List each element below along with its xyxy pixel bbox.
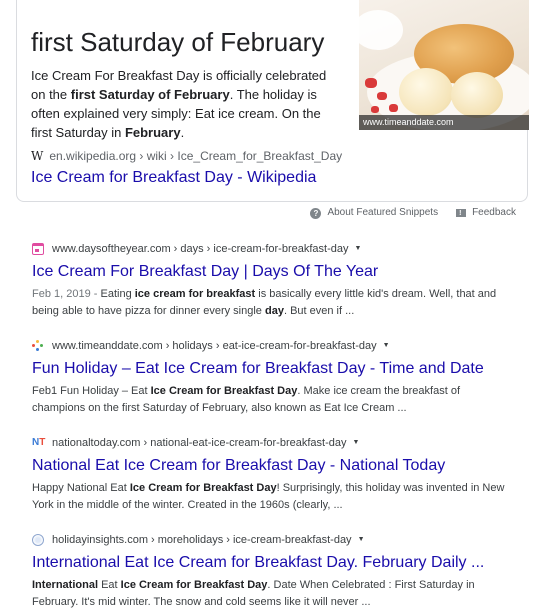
snippet-image[interactable]: www.timeanddate.com [359, 0, 529, 130]
chevron-down-icon[interactable]: ▼ [352, 435, 359, 451]
result-url[interactable]: holidayinsights.com › moreholidays › ice… [32, 532, 512, 548]
chevron-down-icon[interactable]: ▼ [358, 532, 365, 548]
snippet-footer: ? About Featured Snippets Feedback [310, 206, 516, 221]
result-snippet: International Eat Ice Cream for Breakfas… [32, 579, 475, 608]
search-result: www.timeanddate.com › holidays › eat-ice… [32, 338, 512, 417]
chevron-down-icon[interactable]: ▼ [383, 338, 390, 354]
nt-icon: NT [32, 437, 46, 448]
result-title-link[interactable]: International Eat Ice Cream for Breakfas… [32, 552, 512, 574]
result-snippet: Feb 1, 2019 - Eating ice cream for break… [32, 288, 497, 317]
snippet-source: Wen.wikipedia.org › wiki › Ice_Cream_for… [31, 148, 342, 164]
ice-cream-scoop [399, 68, 453, 116]
result-title-link[interactable]: Fun Holiday – Eat Ice Cream for Breakfas… [32, 358, 512, 380]
feedback-link[interactable]: Feedback [472, 206, 516, 220]
ice-cream-scoop [451, 72, 503, 118]
snippet-breadcrumb: en.wikipedia.org › wiki › Ice_Cream_for_… [49, 149, 343, 163]
featured-snippet-card: first Saturday of February Ice Cream For… [16, 0, 529, 202]
result-title-link[interactable]: Ice Cream For Breakfast Day | Days Of Th… [32, 261, 512, 283]
result-snippet: Feb1 Fun Holiday – Eat Ice Cream for Bre… [32, 385, 461, 414]
search-result: holidayinsights.com › moreholidays › ice… [32, 532, 512, 611]
whipped-cream-shape [359, 10, 403, 50]
chevron-down-icon[interactable]: ▼ [355, 241, 362, 257]
feedback-icon [456, 207, 467, 221]
result-breadcrumb: nationaltoday.com › national-eat-ice-cre… [52, 437, 347, 449]
berry-shape [365, 78, 377, 88]
result-breadcrumb: holidayinsights.com › moreholidays › ice… [52, 534, 352, 546]
berry-shape [377, 92, 387, 100]
image-credit: www.timeanddate.com [359, 115, 529, 130]
wikipedia-icon: W [31, 149, 44, 163]
calendar-icon [32, 243, 44, 255]
result-snippet: Happy National Eat Ice Cream for Breakfa… [32, 482, 505, 511]
result-breadcrumb: www.daysoftheyear.com › days › ice-cream… [52, 243, 349, 255]
search-result: NT nationaltoday.com › national-eat-ice-… [32, 435, 512, 514]
berry-shape [371, 106, 379, 113]
search-result: www.daysoftheyear.com › days › ice-cream… [32, 241, 512, 320]
berry-shape [389, 104, 398, 112]
help-icon: ? [310, 207, 322, 219]
globe-icon [32, 534, 44, 546]
snippet-text: Ice Cream For Breakfast Day is officiall… [31, 68, 327, 140]
dots-icon [32, 340, 44, 352]
result-breadcrumb: www.timeanddate.com › holidays › eat-ice… [52, 340, 377, 352]
result-url[interactable]: NT nationaltoday.com › national-eat-ice-… [32, 435, 512, 451]
result-url[interactable]: www.timeanddate.com › holidays › eat-ice… [32, 338, 512, 354]
about-featured-snippets-link[interactable]: About Featured Snippets [327, 206, 438, 220]
snippet-title-link[interactable]: Ice Cream for Breakfast Day - Wikipedia [31, 167, 316, 189]
result-url[interactable]: www.daysoftheyear.com › days › ice-cream… [32, 241, 512, 257]
result-title-link[interactable]: National Eat Ice Cream for Breakfast Day… [32, 455, 512, 477]
snippet-answer: first Saturday of February [31, 27, 325, 57]
